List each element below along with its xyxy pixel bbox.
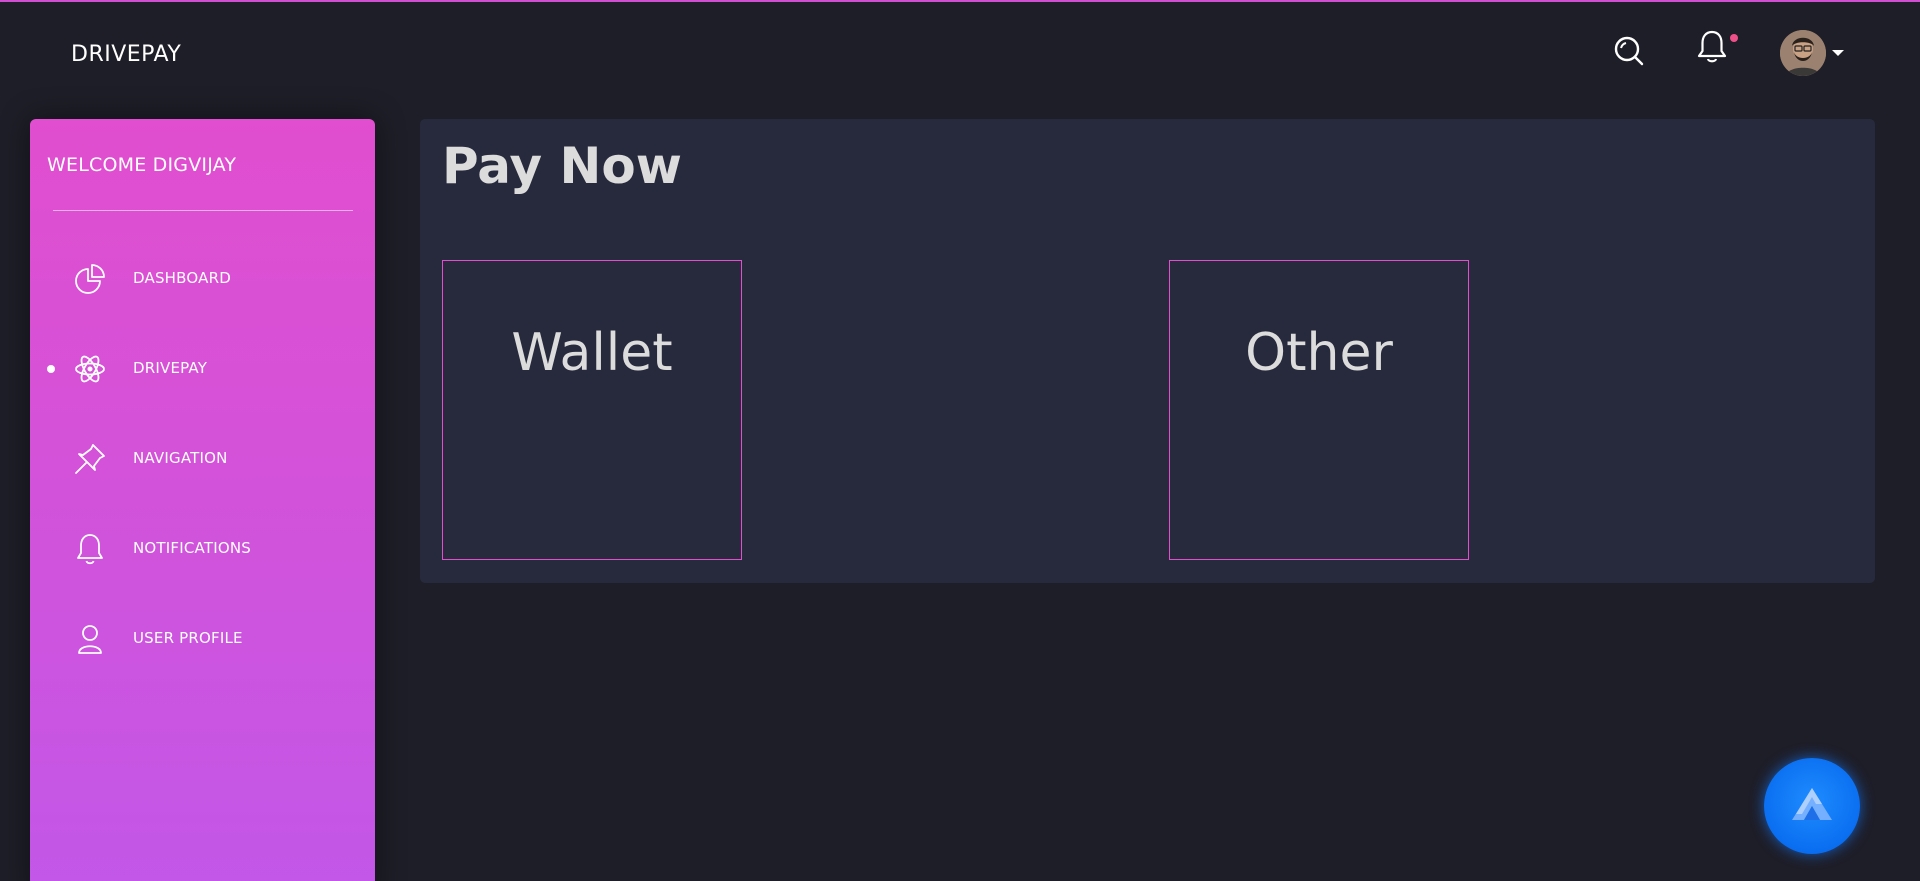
sidebar-item-dashboard[interactable]: DASHBOARD bbox=[30, 249, 375, 309]
sidebar-item-label: NAVIGATION bbox=[133, 449, 228, 467]
avatar[interactable] bbox=[1780, 30, 1826, 76]
pin-icon bbox=[73, 442, 107, 476]
top-navbar: DRIVEPAY bbox=[0, 2, 1920, 102]
sidebar-item-drivepay[interactable]: DRIVEPAY bbox=[30, 339, 375, 399]
sidebar-item-label: USER PROFILE bbox=[133, 629, 243, 647]
sidebar-item-label: DRIVEPAY bbox=[133, 359, 208, 377]
pay-now-card: Pay Now Wallet Other bbox=[420, 119, 1875, 583]
sidebar-item-label: DASHBOARD bbox=[133, 269, 231, 287]
assistant-logo-icon bbox=[1792, 788, 1832, 820]
sidebar-item-notifications[interactable]: NOTIFICATIONS bbox=[30, 519, 375, 579]
atom-icon bbox=[73, 352, 107, 386]
user-icon bbox=[73, 622, 107, 656]
brand-logo-text[interactable]: DRIVEPAY bbox=[71, 42, 181, 67]
pie-chart-icon bbox=[73, 262, 107, 296]
welcome-heading: WELCOME DIGVIJAY bbox=[47, 154, 237, 176]
sidebar-divider bbox=[53, 210, 353, 211]
page-title: Pay Now bbox=[442, 137, 682, 195]
notifications-bell-icon[interactable] bbox=[1695, 29, 1729, 65]
user-menu-toggle[interactable] bbox=[1780, 30, 1846, 76]
wallet-option-button[interactable]: Wallet bbox=[442, 260, 742, 560]
sidebar-item-user-profile[interactable]: USER PROFILE bbox=[30, 609, 375, 669]
sidebar-item-label: NOTIFICATIONS bbox=[133, 539, 251, 557]
notification-badge-dot bbox=[1730, 34, 1738, 42]
other-option-button[interactable]: Other bbox=[1169, 260, 1469, 560]
other-option-label: Other bbox=[1245, 323, 1393, 383]
search-icon[interactable] bbox=[1612, 34, 1646, 68]
caret-down-icon[interactable] bbox=[1832, 50, 1844, 56]
active-indicator-dot bbox=[47, 365, 55, 373]
assistant-floating-button[interactable] bbox=[1764, 758, 1860, 854]
wallet-option-label: Wallet bbox=[511, 323, 673, 383]
bell-icon bbox=[73, 532, 107, 566]
sidebar-item-navigation[interactable]: NAVIGATION bbox=[30, 429, 375, 489]
sidebar: WELCOME DIGVIJAY DASHBOARD DRIVEPAY NAVI… bbox=[30, 119, 375, 881]
